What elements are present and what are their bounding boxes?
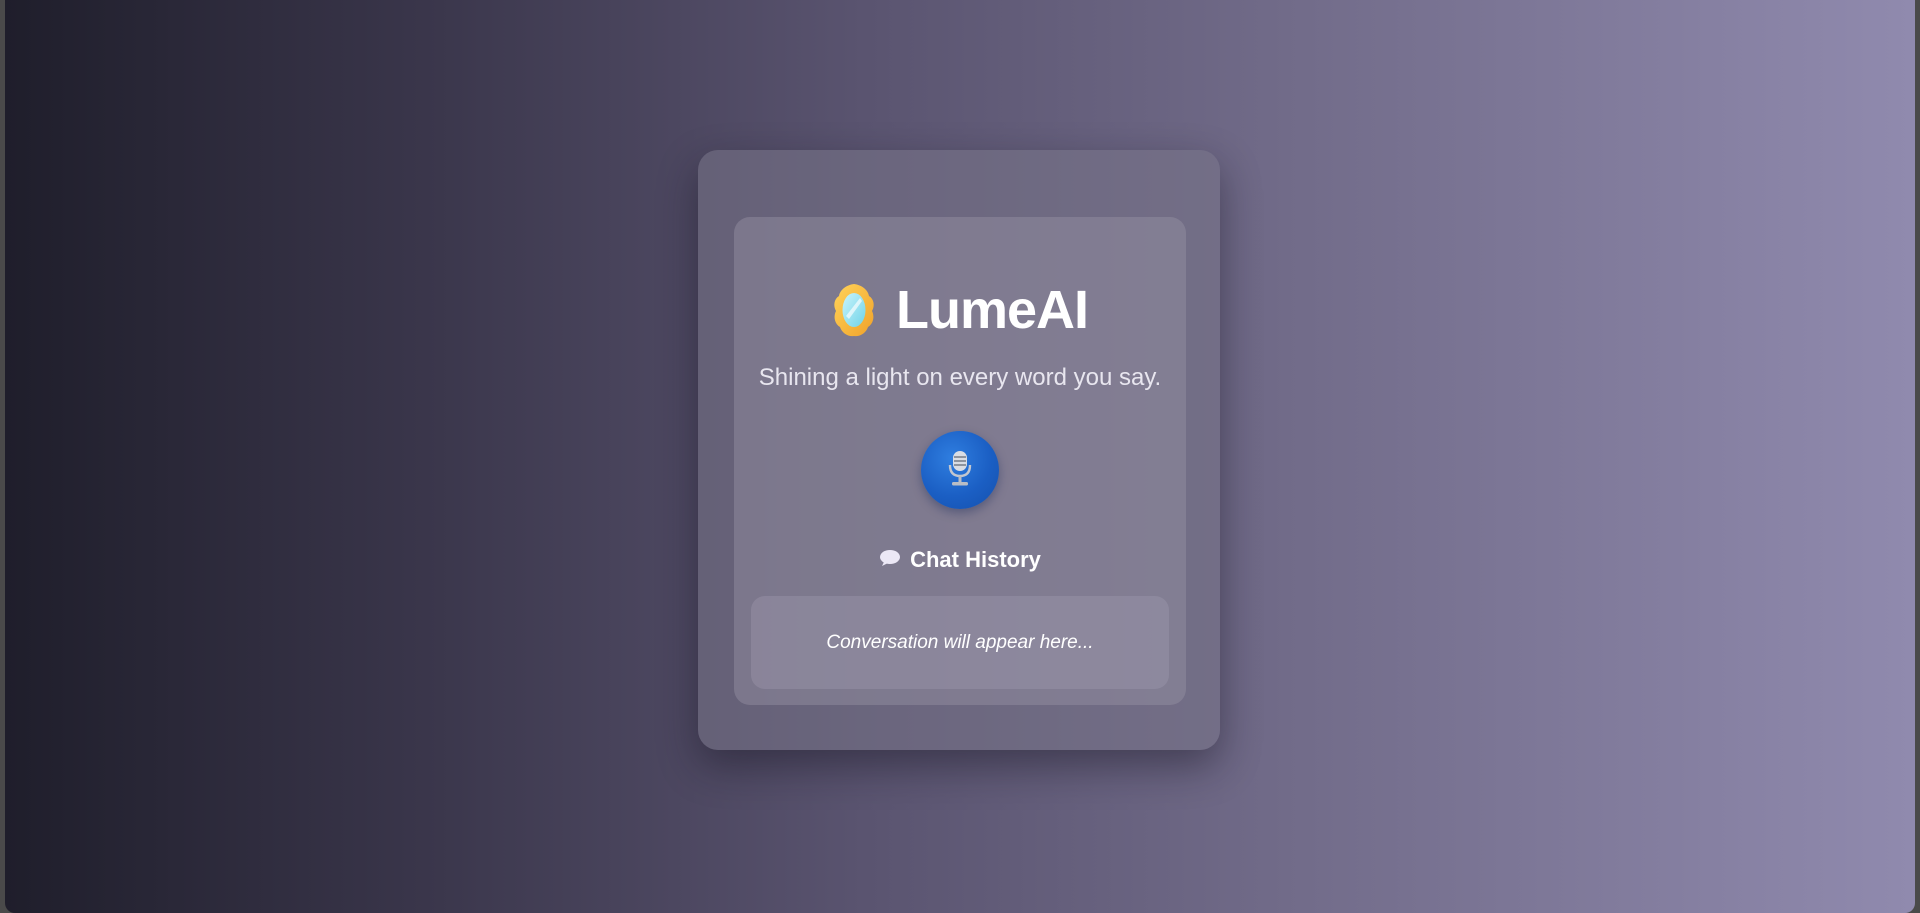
speech-bubble-icon — [879, 547, 901, 573]
app-card: LumeAI Shining a light on every word you… — [698, 150, 1220, 750]
chat-placeholder: Conversation will appear here... — [826, 631, 1094, 653]
microphone-button[interactable] — [921, 431, 999, 509]
chat-history-heading: Chat History — [734, 547, 1186, 573]
mirror-icon — [832, 282, 876, 338]
chat-history-label: Chat History — [910, 547, 1041, 572]
header: LumeAI — [734, 275, 1186, 345]
app-background: LumeAI Shining a light on every word you… — [5, 0, 1915, 913]
chat-history-box: Conversation will appear here... — [751, 596, 1169, 689]
content-panel: LumeAI Shining a light on every word you… — [734, 217, 1186, 705]
app-tagline: Shining a light on every word you say. — [758, 364, 1162, 391]
app-title: LumeAI — [895, 280, 1089, 340]
microphone-icon — [945, 449, 975, 492]
